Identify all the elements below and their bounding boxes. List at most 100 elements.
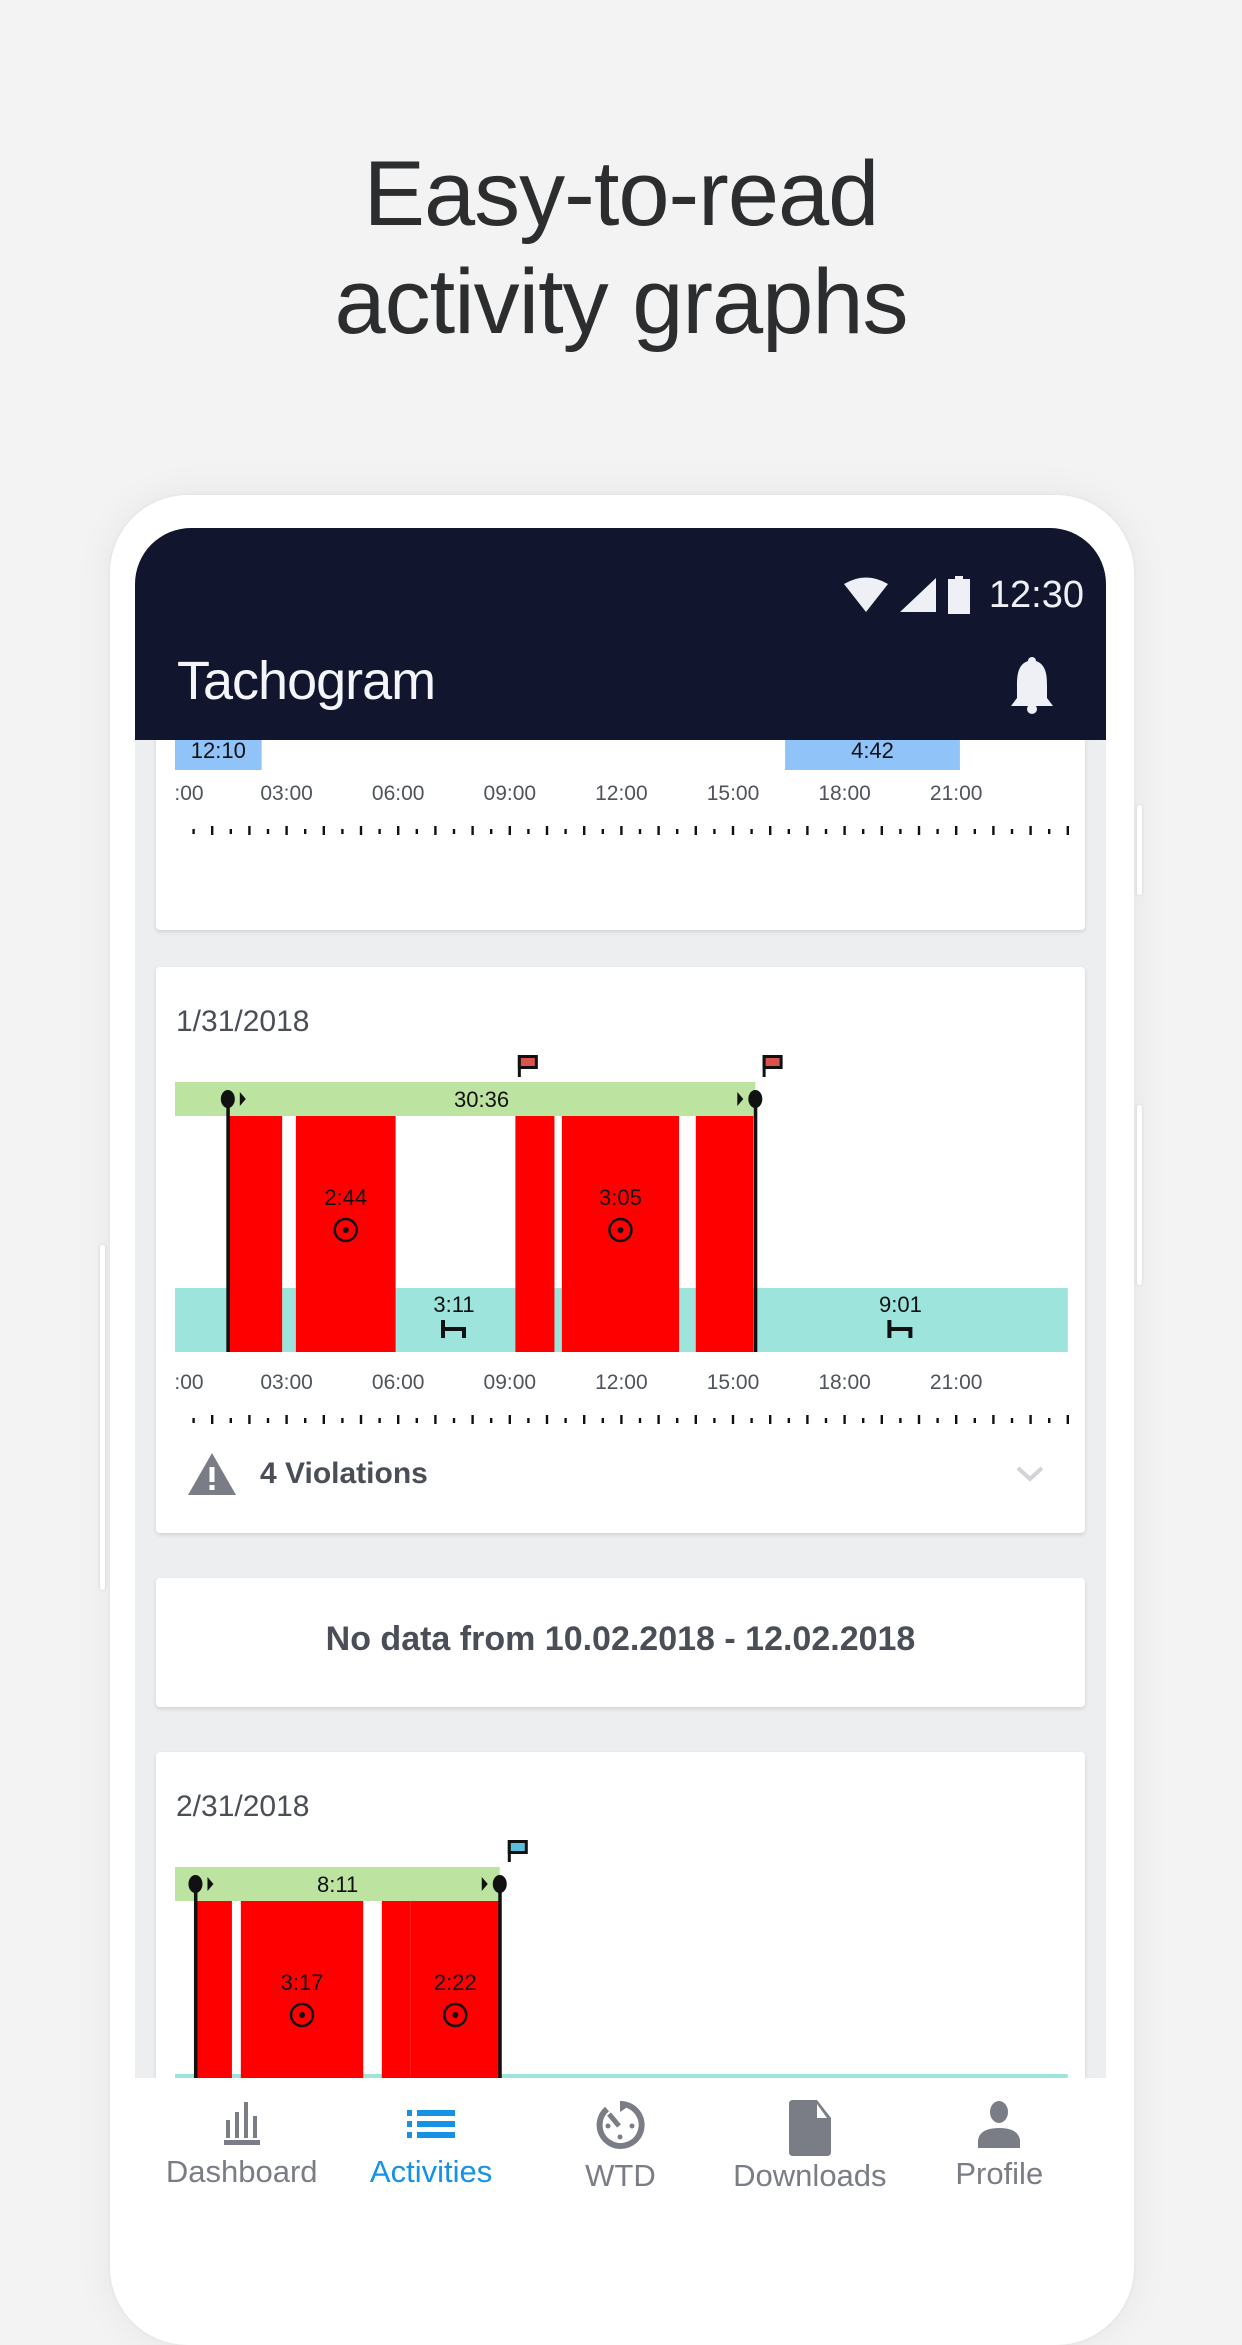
axis-tick-label: 06:00 [372, 782, 425, 805]
axis-tick [806, 826, 809, 835]
activity-card-1-31-2018[interactable]: 1/31/2018 30:36 2:44 3:05 3:11 9:01:00 03:00 0… [156, 967, 1085, 1533]
axis-tick [1066, 826, 1069, 835]
availability-label: 4:42 [851, 738, 894, 763]
phone-side-button-right-2 [1137, 1105, 1142, 1285]
axis-tick [583, 1415, 586, 1424]
axis-tick [899, 829, 902, 834]
flag-icon [762, 1055, 783, 1077]
promo-headline: Easy-to-read activity graphs [0, 140, 1242, 356]
axis-tick [769, 1415, 772, 1424]
shift-duration-label: 30:36 [454, 1087, 509, 1112]
axis-tick [731, 1415, 735, 1424]
shift-start-line [226, 1099, 230, 1352]
axis-tick [471, 826, 474, 835]
axis-tick [304, 1418, 307, 1423]
axis-tick [490, 829, 493, 834]
axis-tick [1048, 829, 1051, 834]
axis-tick [583, 826, 586, 835]
axis-tick [955, 826, 958, 835]
axis-tick [862, 1418, 865, 1423]
chevron-down-icon[interactable] [1015, 1465, 1045, 1483]
violations-count: 4 Violations [260, 1457, 428, 1490]
axis-tick [229, 1418, 232, 1423]
axis-tick [248, 826, 251, 835]
axis-tick [620, 1415, 623, 1424]
axis-tick [880, 1415, 883, 1424]
bell-icon[interactable] [1008, 656, 1056, 714]
driving-block [295, 1116, 396, 1352]
axis-tick [824, 829, 828, 834]
axis-tick [471, 1415, 474, 1424]
driving-duration-label: 3:05 [599, 1185, 642, 1210]
activity-list[interactable]: 18:519:0212:104:42:0003:0006:0009:0012:0… [135, 528, 1106, 2228]
axis-tick [304, 829, 307, 834]
person-icon [978, 2101, 1021, 2148]
app-screen: 18:519:0212:104:42:0003:0006:0009:0012:0… [135, 528, 1106, 2228]
axis-tick-label: 09:00 [484, 782, 537, 805]
axis-tick-label: 15:00 [707, 782, 760, 805]
driving-block [695, 1116, 754, 1352]
bar-chart-icon [223, 2102, 260, 2145]
tab-downloads[interactable]: Downloads [722, 2078, 898, 2228]
axis-tick [806, 1415, 809, 1424]
shift-end-line [753, 1099, 758, 1352]
axis-tick-label: 15:00 [707, 1371, 760, 1394]
axis-tick [713, 1418, 716, 1423]
axis-tick [843, 1415, 846, 1424]
shift-marker [492, 1875, 507, 1893]
axis-tick [843, 826, 846, 835]
app-title: Tachogram [177, 651, 436, 711]
tab-wtd[interactable]: WTD [532, 2078, 708, 2228]
shift-duration-label: 8:11 [317, 1872, 358, 1897]
violations-row[interactable]: 4 Violations [156, 1429, 1085, 1519]
axis-tick [620, 826, 623, 835]
bottom-navigation: Dashboard Activities WTD Downloads Profi… [135, 2078, 1106, 2228]
axis-tick [676, 829, 679, 834]
battery-icon [947, 576, 970, 614]
axis-tick [285, 1415, 288, 1424]
axis-tick [638, 1418, 642, 1423]
axis-tick [192, 829, 195, 834]
axis-tick [490, 1418, 493, 1423]
tab-label: Activities [369, 2154, 493, 2189]
axis-tick [434, 1415, 437, 1424]
axis-tick [527, 829, 530, 834]
axis-tick [973, 1418, 976, 1423]
axis-tick [1066, 1415, 1069, 1424]
flag-icon [517, 1055, 538, 1077]
axis-tick [359, 1415, 363, 1424]
axis-tick [694, 1415, 697, 1424]
axis-tick [694, 826, 697, 835]
axis-tick [266, 1418, 270, 1423]
status-time: 12:30 [988, 573, 1084, 616]
axis-tick [378, 1418, 381, 1423]
warning-icon [188, 1453, 236, 1495]
file-icon [788, 2100, 831, 2156]
axis-tick [1048, 1418, 1051, 1423]
axis-tick [415, 829, 418, 834]
axis-tick [862, 829, 865, 834]
signal-icon [899, 578, 936, 612]
tab-activities[interactable]: Activities [343, 2078, 519, 2228]
axis-tick [341, 1418, 344, 1423]
axis-tick [750, 829, 753, 834]
axis-tick [397, 1415, 400, 1424]
axis-tick [434, 826, 437, 835]
tab-label: Downloads [733, 2158, 887, 2193]
axis-tick-label: 12:00 [595, 1371, 648, 1394]
headline-line-1: Easy-to-read [363, 143, 880, 245]
tab-dashboard[interactable]: Dashboard [154, 2078, 330, 2228]
axis-tick [322, 826, 325, 835]
tab-profile[interactable]: Profile [911, 2078, 1087, 2228]
axis-tick-label: 18:00 [818, 1371, 871, 1394]
driving-duration-label: 3:17 [281, 1970, 324, 1995]
axis-tick [676, 1418, 679, 1423]
axis-tick [713, 829, 716, 834]
axis-tick [1010, 829, 1014, 834]
axis-tick-label: :00 [174, 1371, 203, 1394]
axis-tick-label: 21:00 [930, 1371, 983, 1394]
shift-marker [748, 1090, 763, 1108]
status-bar: 12:30 [843, 570, 1084, 620]
phone-side-button-right-1 [1137, 805, 1142, 895]
axis-tick [1029, 1415, 1032, 1424]
